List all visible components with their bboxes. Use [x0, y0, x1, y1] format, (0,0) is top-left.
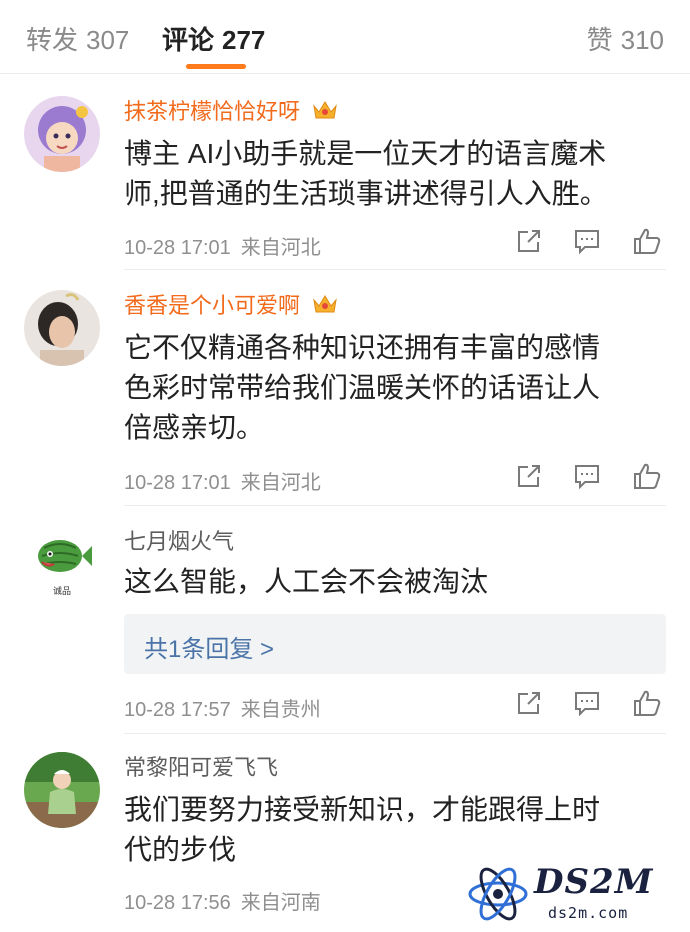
comment-text: 我们要努力接受新知识，才能跟得上时 代的步伐	[124, 790, 664, 870]
username[interactable]: 七月烟火气	[124, 529, 234, 554]
share-icon	[518, 230, 540, 252]
comment-text: 博主 AI小助手就是一位天才的语言魔术 师,把普通的生活琐事讲述得引人入胜。	[124, 134, 664, 214]
watermark-domain: ds2m.com	[548, 904, 629, 922]
comment-meta: 10-28 17:56 来自河南	[124, 886, 321, 915]
comment-location: 来自河北	[240, 472, 321, 494]
share-button[interactable]	[514, 226, 544, 256]
like-button[interactable]	[632, 461, 662, 491]
comment-icon	[575, 230, 599, 255]
username-row: 七月烟火气	[124, 528, 234, 556]
tab-like[interactable]: 赞 310	[587, 20, 664, 57]
photo-avatar-icon	[24, 290, 100, 366]
watermelon-fish-avatar-icon: 诚品	[24, 526, 100, 602]
comment-meta: 10-28 17:01 来自河北	[124, 466, 321, 495]
comment-time: 10-28 17:01	[124, 472, 231, 494]
thumbs-up-icon	[634, 463, 661, 489]
comment-meta: 10-28 17:01 来自河北	[124, 231, 321, 260]
share-button[interactable]	[514, 688, 544, 718]
tab-repost[interactable]: 转发 307	[26, 20, 129, 57]
watermark-brand: DS2M	[534, 862, 654, 902]
username-row: 香香是个小可爱啊	[124, 292, 338, 323]
comment-line: 倍感亲切。	[124, 412, 265, 443]
tab-like-count: 310	[620, 25, 664, 55]
svg-text:诚品: 诚品	[53, 585, 71, 597]
avatar[interactable]	[24, 290, 100, 366]
thumbs-up-icon	[634, 690, 661, 716]
username[interactable]: 抹茶柠檬恰恰好呀	[124, 99, 300, 124]
comment-icon	[575, 692, 599, 717]
thumbs-up-icon	[634, 228, 661, 254]
comment-actions	[514, 461, 664, 493]
comment-time: 10-28 17:56	[124, 892, 231, 914]
avatar[interactable]	[24, 752, 100, 828]
comments-page: 转发 307 评论 277 赞 310 抹茶柠檬恰恰好呀 博主 AI小助手就是一…	[0, 0, 690, 932]
comment-line: 它不仅精通各种知识还拥有丰富的感情	[124, 332, 601, 363]
crown-icon	[312, 98, 338, 129]
comment-location: 来自河北	[240, 237, 321, 259]
avatar[interactable]: 诚品	[24, 526, 100, 602]
comment-location: 来自贵州	[240, 699, 321, 721]
cartoon-girl-avatar-icon	[24, 96, 100, 172]
username-row: 抹茶柠檬恰恰好呀	[124, 98, 338, 129]
comment-text: 这么智能，人工会不会被淘汰	[124, 562, 664, 602]
tab-comment-label: 评论	[162, 25, 215, 55]
comment-line: 师,把普通的生活琐事讲述得引人入胜。	[124, 178, 608, 209]
reply-button[interactable]	[572, 226, 602, 256]
username[interactable]: 香香是个小可爱啊	[124, 293, 300, 318]
active-tab-indicator	[186, 64, 246, 69]
avatar[interactable]	[24, 96, 100, 172]
comment-item: 抹茶柠檬恰恰好呀 博主 AI小助手就是一位天才的语言魔术 师,把普通的生活琐事讲…	[0, 74, 690, 270]
comment-text: 它不仅精通各种知识还拥有丰富的感情 色彩时常带给我们温暖关怀的话语让人 倍感亲切…	[124, 328, 664, 448]
username[interactable]: 常黎阳可爱飞飞	[124, 755, 278, 780]
comment-line: 色彩时常带给我们温暖关怀的话语让人	[124, 372, 601, 403]
like-button[interactable]	[632, 226, 662, 256]
comment-meta: 10-28 17:57 来自贵州	[124, 693, 321, 722]
crown-icon	[312, 292, 338, 323]
share-icon	[518, 692, 540, 714]
reply-button[interactable]	[572, 461, 602, 491]
comment-time: 10-28 17:57	[124, 699, 231, 721]
comment-item: 香香是个小可爱啊 它不仅精通各种知识还拥有丰富的感情 色彩时常带给我们温暖关怀的…	[0, 270, 690, 506]
username-row: 常黎阳可爱飞飞	[124, 754, 278, 782]
tab-like-label: 赞	[586, 25, 613, 55]
share-icon	[518, 465, 540, 487]
photo-avatar-icon	[24, 752, 100, 828]
comment-line: 这么智能，人工会不会被淘汰	[124, 566, 489, 597]
reply-summary-box[interactable]: 共1条回复 >	[124, 614, 666, 674]
share-button[interactable]	[514, 461, 544, 491]
reply-summary-link[interactable]: 共1条回复 >	[144, 629, 274, 664]
reply-button[interactable]	[572, 688, 602, 718]
atom-logo-icon	[468, 867, 528, 921]
comment-line: 我们要努力接受新知识，才能跟得上时	[124, 794, 601, 825]
tab-comment-count: 277	[222, 25, 266, 55]
comment-actions	[514, 226, 664, 258]
comment-time: 10-28 17:01	[124, 237, 231, 259]
comment-item: 诚品 七月烟火气 这么智能，人工会不会被淘汰 共1条回复 > 10-28 17:…	[0, 506, 690, 734]
comment-location: 来自河南	[240, 892, 321, 914]
tab-repost-label: 转发	[26, 25, 79, 55]
tab-repost-count: 307	[86, 25, 130, 55]
comment-line: 博主 AI小助手就是一位天才的语言魔术	[124, 138, 607, 169]
tab-comment[interactable]: 评论 277	[162, 20, 265, 57]
watermark: DS2M ds2m.com	[466, 862, 676, 928]
comment-icon	[575, 465, 599, 490]
comment-actions	[514, 688, 664, 720]
tab-bar: 转发 307 评论 277 赞 310	[0, 0, 690, 74]
like-button[interactable]	[632, 688, 662, 718]
